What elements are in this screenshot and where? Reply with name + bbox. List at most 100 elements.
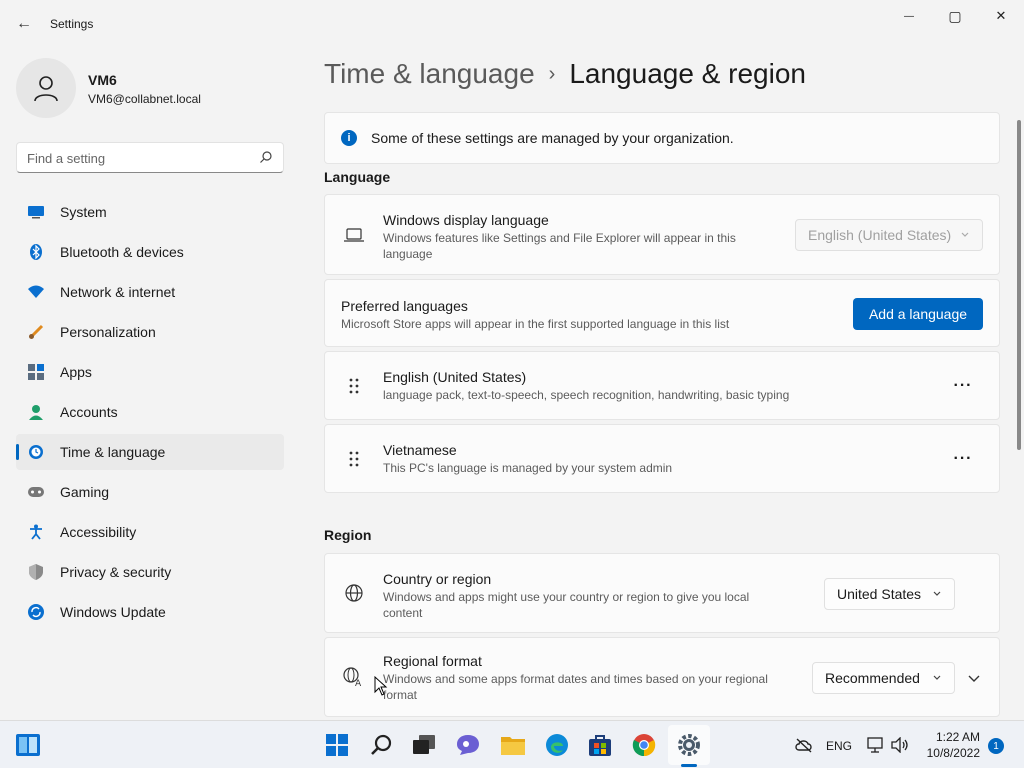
breadcrumb-parent-link[interactable]: Time & language: [324, 58, 535, 89]
preferred-languages-title: Preferred languages: [341, 298, 468, 314]
profile-email: VM6@collabnet.local: [88, 92, 201, 106]
network-icon: [28, 284, 44, 300]
store-icon: [589, 735, 611, 756]
sidebar-item-apps[interactable]: Apps: [16, 354, 284, 390]
nav-list: System Bluetooth & devices Network & int…: [16, 194, 284, 634]
display-language-title: Windows display language: [383, 212, 549, 228]
clock[interactable]: 1:22 AM 10/8/2022: [920, 729, 980, 761]
widgets-icon: [16, 734, 40, 756]
time-language-icon: [28, 444, 44, 460]
language-item-title: English (United States): [383, 369, 527, 385]
gear-icon: [678, 734, 700, 756]
user-profile[interactable]: VM6 VM6@collabnet.local: [16, 58, 296, 118]
display-language-subtitle: Windows features like Settings and File …: [383, 231, 736, 261]
laptop-icon: [343, 224, 365, 246]
regional-format-card[interactable]: A Regional format Windows and some apps …: [324, 637, 1000, 717]
sidebar-item-label: Apps: [60, 364, 92, 380]
drag-handle-icon[interactable]: [343, 448, 365, 470]
sidebar-item-label: Network & internet: [60, 284, 176, 300]
person-icon: [34, 76, 58, 102]
sidebar-item-label: Personalization: [60, 324, 156, 340]
title-bar: ← Settings — ▢ ✕: [0, 0, 1024, 48]
volume-button[interactable]: [888, 733, 912, 757]
language-item-english[interactable]: English (United States) language pack, t…: [324, 351, 1000, 420]
network-wired-icon: [867, 737, 883, 753]
settings-taskbar-button[interactable]: [677, 733, 701, 757]
sidebar-item-gaming[interactable]: Gaming: [16, 474, 284, 510]
add-language-button[interactable]: Add a language: [853, 298, 983, 330]
folder-icon: [501, 737, 525, 755]
file-explorer-button[interactable]: [501, 733, 525, 757]
page-title: Language & region: [569, 58, 806, 89]
mouse-cursor-icon: [374, 676, 388, 696]
maximize-icon: ▢: [948, 7, 962, 24]
search-placeholder: Find a setting: [27, 151, 106, 166]
close-button[interactable]: ✕: [978, 4, 1024, 28]
regional-format-dropdown[interactable]: Recommended: [812, 662, 955, 694]
sidebar-item-label: Gaming: [60, 484, 110, 500]
network-status-button[interactable]: [864, 733, 888, 757]
country-region-dropdown[interactable]: United States: [824, 578, 955, 610]
active-app-indicator: [681, 764, 697, 767]
sidebar-item-personalization[interactable]: Personalization: [16, 314, 284, 350]
managed-info-bar: i Some of these settings are managed by …: [324, 112, 1000, 164]
regional-format-subtitle: Windows and some apps format dates and t…: [383, 672, 768, 702]
breadcrumb-separator: ›: [548, 63, 556, 85]
search-icon: [260, 151, 272, 163]
sidebar-item-label: Windows Update: [60, 604, 166, 620]
sidebar-item-label: Accessibility: [60, 524, 137, 540]
sidebar-item-time-language[interactable]: Time & language: [16, 434, 284, 470]
sidebar-item-network[interactable]: Network & internet: [16, 274, 284, 310]
expand-button[interactable]: [963, 667, 985, 689]
more-options-button[interactable]: ···: [945, 370, 981, 402]
sidebar-item-accessibility[interactable]: Accessibility: [16, 514, 284, 550]
scrollbar[interactable]: [1017, 120, 1021, 450]
section-title-language: Language: [324, 169, 391, 185]
sidebar: VM6 VM6@collabnet.local Find a setting S…: [0, 48, 300, 720]
accounts-icon: [28, 404, 44, 420]
accessibility-icon: [28, 524, 44, 540]
more-options-button[interactable]: ···: [945, 443, 981, 475]
maximize-button[interactable]: ▢: [932, 4, 978, 28]
info-icon: i: [341, 130, 357, 146]
sidebar-item-windows-update[interactable]: Windows Update: [16, 594, 284, 630]
avatar: [16, 58, 76, 118]
bluetooth-icon: [28, 244, 44, 260]
store-button[interactable]: [588, 733, 612, 757]
search-input[interactable]: Find a setting: [16, 142, 284, 173]
windows-logo-icon: [326, 734, 348, 756]
back-button[interactable]: ←: [12, 12, 36, 36]
sidebar-item-system[interactable]: System: [16, 194, 284, 230]
clock-time: 1:22 AM: [935, 730, 980, 744]
country-region-subtitle: Windows and apps might use your country …: [383, 590, 750, 620]
start-button[interactable]: [325, 733, 349, 757]
task-view-button[interactable]: [412, 733, 436, 757]
minimize-icon: —: [904, 10, 914, 22]
minimize-button[interactable]: —: [886, 4, 932, 28]
app-title: Settings: [50, 17, 94, 31]
chevron-down-icon: [933, 675, 941, 680]
sidebar-item-accounts[interactable]: Accounts: [16, 394, 284, 430]
info-text: Some of these settings are managed by yo…: [371, 130, 734, 146]
chat-button[interactable]: [456, 733, 480, 757]
drag-handle-icon[interactable]: [343, 375, 365, 397]
widgets-button[interactable]: [16, 733, 40, 757]
edge-button[interactable]: [545, 733, 569, 757]
chevron-down-icon: [961, 232, 969, 237]
language-item-subtitle: This PC's language is managed by your sy…: [383, 461, 673, 475]
shield-icon: [28, 564, 44, 580]
dropdown-value: United States: [837, 586, 922, 602]
notification-badge[interactable]: 1: [988, 738, 1004, 754]
svg-text:A: A: [355, 679, 362, 687]
sidebar-item-privacy[interactable]: Privacy & security: [16, 554, 284, 590]
language-item-vietnamese[interactable]: Vietnamese This PC's language is managed…: [324, 424, 1000, 493]
sidebar-item-label: Accounts: [60, 404, 118, 420]
taskbar-search-button[interactable]: [369, 733, 393, 757]
sidebar-item-label: Bluetooth & devices: [60, 244, 184, 260]
input-language-indicator[interactable]: ENG: [826, 739, 852, 753]
back-arrow-icon: ←: [16, 15, 32, 32]
onedrive-status-button[interactable]: [792, 733, 816, 757]
chrome-button[interactable]: [632, 733, 656, 757]
sidebar-item-bluetooth[interactable]: Bluetooth & devices: [16, 234, 284, 270]
display-language-dropdown: English (United States): [795, 219, 983, 251]
